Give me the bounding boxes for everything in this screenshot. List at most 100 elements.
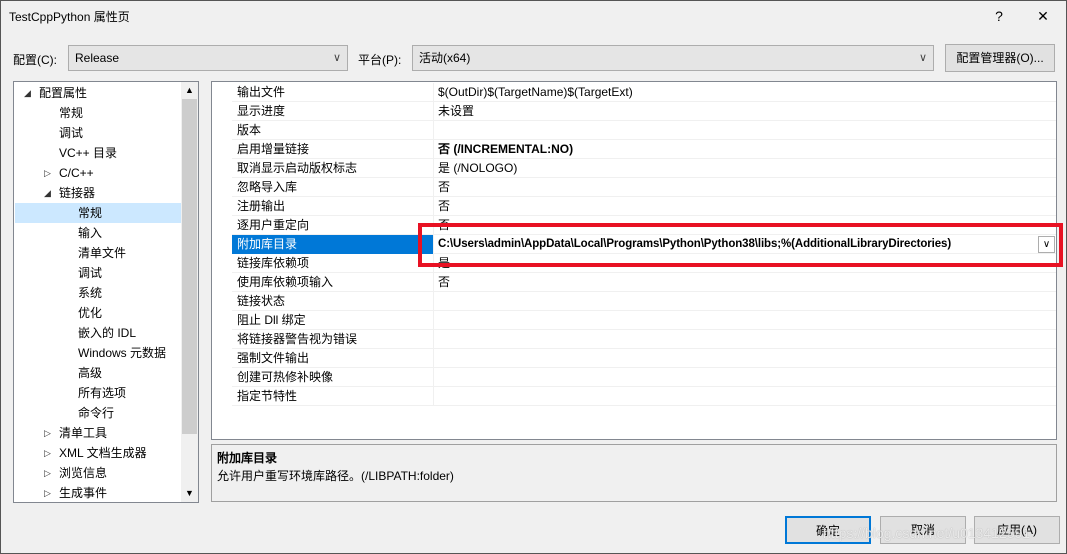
tree-item-label: 链接器 xyxy=(59,186,96,200)
tree-item[interactable]: 嵌入的 IDL xyxy=(15,323,181,343)
property-name: 使用库依赖项输入 xyxy=(232,273,434,292)
property-row[interactable]: 忽略导入库否 xyxy=(232,178,1056,197)
tree-item[interactable]: ▷ C/C++ xyxy=(15,163,181,183)
collapsed-arrow-icon[interactable]: ▷ xyxy=(44,443,51,463)
property-row[interactable]: 强制文件输出 xyxy=(232,349,1056,368)
expanded-arrow-icon[interactable]: ◢ xyxy=(44,183,51,203)
tree-item-label: 常规 xyxy=(78,206,103,220)
property-name: 链接库依赖项 xyxy=(232,254,434,273)
tree-item-label: 生成事件 xyxy=(59,486,108,500)
tree-item-label: 浏览信息 xyxy=(59,466,108,480)
tree-item[interactable]: ▷ 浏览信息 xyxy=(15,463,181,483)
tree-item-label: 嵌入的 IDL xyxy=(78,326,137,340)
scroll-thumb[interactable] xyxy=(182,99,197,434)
tree-item-label: 调试 xyxy=(78,266,103,280)
property-row[interactable]: 输出文件 $(OutDir)$(TargetName)$(TargetExt) xyxy=(232,83,1056,102)
tree-item[interactable]: ▷ 生成事件 xyxy=(15,483,181,503)
tree-item[interactable]: 常规 xyxy=(15,203,181,223)
property-row[interactable]: 指定节特性 xyxy=(232,387,1056,406)
tree-item[interactable]: ◢ 配置属性 xyxy=(15,83,181,103)
property-value[interactable]: 否 xyxy=(434,197,1056,216)
property-value[interactable] xyxy=(434,121,1056,140)
property-value[interactable] xyxy=(434,311,1056,330)
property-row[interactable]: 启用增量链接否 (/INCREMENTAL:NO) xyxy=(232,140,1056,159)
chevron-down-icon: ∨ xyxy=(332,52,341,64)
tree-item[interactable]: 系统 xyxy=(15,283,181,303)
platform-label: 平台(P): xyxy=(358,53,402,67)
tree-item[interactable]: 常规 xyxy=(15,103,181,123)
tree-item[interactable]: 调试 xyxy=(15,123,181,143)
property-name: 逐用户重定向 xyxy=(232,216,434,235)
property-value[interactable]: 否 xyxy=(434,273,1056,292)
property-row[interactable]: 创建可热修补映像 xyxy=(232,368,1056,387)
tree-item-label: C/C++ xyxy=(59,166,94,180)
platform-select[interactable]: 活动(x64) ∨ xyxy=(412,45,934,71)
tree-item[interactable]: 优化 xyxy=(15,303,181,323)
property-value[interactable]: 是 (/NOLOGO) xyxy=(434,159,1056,178)
property-value[interactable]: 未设置 xyxy=(434,102,1056,121)
property-value[interactable] xyxy=(434,368,1056,387)
tree-item-label: 清单文件 xyxy=(78,246,127,260)
property-row[interactable]: 显示进度 未设置 xyxy=(232,102,1056,121)
property-value[interactable]: 否 (/INCREMENTAL:NO) xyxy=(434,140,1056,159)
property-name: 版本 xyxy=(232,121,434,140)
property-name: 取消显示启动版权标志 xyxy=(232,159,434,178)
property-row[interactable]: 使用库依赖项输入否 xyxy=(232,273,1056,292)
collapsed-arrow-icon[interactable]: ▷ xyxy=(44,483,51,503)
expanded-arrow-icon[interactable]: ◢ xyxy=(24,83,31,103)
tree-item-label: XML 文档生成器 xyxy=(59,446,147,460)
scroll-down-icon[interactable]: ▼ xyxy=(181,485,198,502)
config-value: Release xyxy=(75,51,120,65)
tree-item-label: 调试 xyxy=(59,126,84,140)
tree-item[interactable]: 所有选项 xyxy=(15,383,181,403)
property-name: 显示进度 xyxy=(232,102,434,121)
property-value[interactable] xyxy=(434,349,1056,368)
tree-item[interactable]: ▷ XML 文档生成器 xyxy=(15,443,181,463)
property-name: 创建可热修补映像 xyxy=(232,368,434,387)
tree-item[interactable]: 输入 xyxy=(15,223,181,243)
property-value[interactable] xyxy=(434,387,1056,406)
highlight-box xyxy=(418,223,1063,267)
config-manager-button[interactable]: 配置管理器(O)... xyxy=(945,44,1055,72)
collapsed-arrow-icon[interactable]: ▷ xyxy=(44,423,51,443)
property-row[interactable]: 取消显示启动版权标志是 (/NOLOGO) xyxy=(232,159,1056,178)
tree-item[interactable]: Windows 元数据 xyxy=(15,343,181,363)
property-row[interactable]: 注册输出否 xyxy=(232,197,1056,216)
tree-item-label: VC++ 目录 xyxy=(59,146,118,160)
chevron-down-icon: ∨ xyxy=(918,52,927,64)
property-row[interactable]: 版本 xyxy=(232,121,1056,140)
tree-item[interactable]: ◢ 链接器 xyxy=(15,183,181,203)
config-select[interactable]: Release ∨ xyxy=(68,45,348,71)
close-button[interactable]: ✕ xyxy=(1020,1,1066,31)
tree-item-label: Windows 元数据 xyxy=(78,346,167,360)
tree-item-label: 高级 xyxy=(78,366,103,380)
tree-item[interactable]: 高级 xyxy=(15,363,181,383)
property-value[interactable]: 否 xyxy=(434,178,1056,197)
property-name: 输出文件 xyxy=(232,83,434,102)
help-button[interactable]: ? xyxy=(976,1,1022,31)
tree-item[interactable]: 清单文件 xyxy=(15,243,181,263)
tree-item[interactable]: VC++ 目录 xyxy=(15,143,181,163)
property-name: 指定节特性 xyxy=(232,387,434,406)
property-value[interactable] xyxy=(434,330,1056,349)
tree-item-label: 系统 xyxy=(78,286,103,300)
tree-item[interactable]: ▷ 清单工具 xyxy=(15,423,181,443)
dropdown-chevron-icon[interactable]: ∨ xyxy=(1038,236,1055,253)
collapsed-arrow-icon[interactable]: ▷ xyxy=(44,163,51,183)
tree-item[interactable]: 命令行 xyxy=(15,403,181,423)
property-row[interactable]: 阻止 Dll 绑定 xyxy=(232,311,1056,330)
property-row[interactable]: 链接状态 xyxy=(232,292,1056,311)
tree-item[interactable]: 调试 xyxy=(15,263,181,283)
tree-item-label: 输入 xyxy=(78,226,103,240)
property-name: 启用增量链接 xyxy=(232,140,434,159)
property-value[interactable] xyxy=(434,292,1056,311)
collapsed-arrow-icon[interactable]: ▷ xyxy=(44,463,51,483)
property-name: 将链接器警告视为错误 xyxy=(232,330,434,349)
property-row[interactable]: 将链接器警告视为错误 xyxy=(232,330,1056,349)
property-value[interactable]: $(OutDir)$(TargetName)$(TargetExt) xyxy=(434,83,1056,102)
tree-scrollbar[interactable]: ▲ ▼ xyxy=(181,82,198,502)
property-name: 忽略导入库 xyxy=(232,178,434,197)
property-name: 强制文件输出 xyxy=(232,349,434,368)
scroll-up-icon[interactable]: ▲ xyxy=(181,82,198,99)
config-label: 配置(C): xyxy=(13,53,57,67)
